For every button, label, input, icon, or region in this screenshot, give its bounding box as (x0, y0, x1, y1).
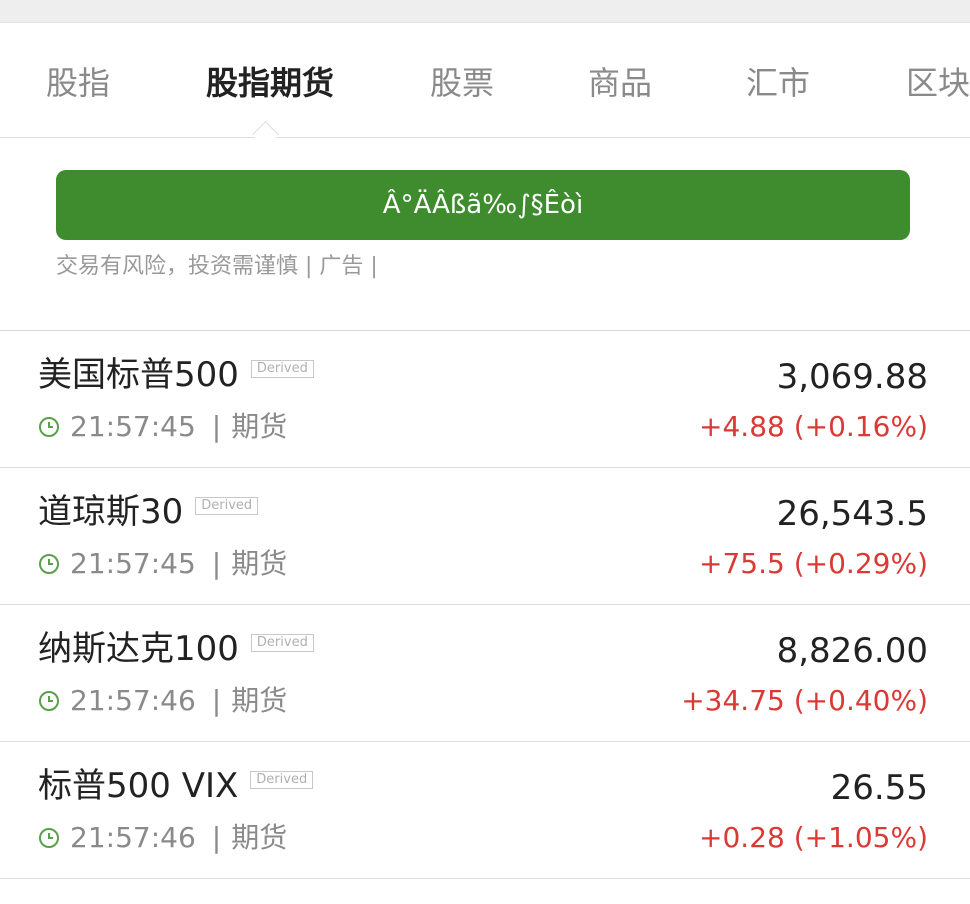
quote-name: 纳斯达克100 Derived (38, 627, 314, 671)
quote-row-sp500-vix[interactable]: 标普500 VIX Derived 21:57:46 | 期货 26.55 +0… (0, 742, 970, 879)
quote-price: 8,826.00 (776, 631, 928, 671)
quote-type: 期货 (231, 821, 288, 854)
quote-row-dow30[interactable]: 道琼斯30 Derived 21:57:45 | 期货 26,543.5 +75… (0, 468, 970, 605)
quote-name: 道琼斯30 Derived (38, 490, 259, 534)
category-tab-bar: 股指 股指期货 股票 商品 汇市 区块 (0, 23, 970, 138)
top-strip (0, 0, 970, 23)
quote-name-text: 美国标普500 (38, 355, 239, 395)
quote-meta: 21:57:45 | 期货 (38, 544, 287, 584)
quote-meta: 21:57:46 | 期货 (38, 818, 287, 858)
quote-meta: 21:57:46 | 期货 (38, 681, 287, 721)
ad-trade-button[interactable]: Â°ÄÂßã‰∫§Êòì (56, 170, 910, 240)
clock-icon (39, 828, 59, 848)
ad-disclaimer: 交易有风险，投资需谨慎 | 广告 | (56, 254, 378, 279)
quote-time: 21:57:45 (70, 547, 196, 580)
ad-section: Â°ÄÂßã‰∫§Êòì 交易有风险，投资需谨慎 | 广告 | (0, 138, 970, 330)
tab-index-futures[interactable]: 股指期货 (206, 63, 334, 103)
quote-change: +4.88 (+0.16%) (699, 410, 928, 443)
clock-icon (39, 417, 59, 437)
quote-time: 21:57:45 (70, 410, 196, 443)
quote-type: 期货 (231, 410, 288, 443)
quote-meta: 21:57:45 | 期货 (38, 407, 287, 447)
quote-time: 21:57:46 (70, 684, 196, 717)
tab-stocks[interactable]: 股票 (430, 63, 494, 103)
tab-forex[interactable]: 汇市 (746, 63, 810, 103)
quote-price: 3,069.88 (776, 357, 928, 397)
tab-blockchain[interactable]: 区块 (906, 63, 970, 103)
quote-type: 期货 (231, 547, 288, 580)
quote-change: +0.28 (+1.05%) (699, 821, 928, 854)
separator: | (211, 547, 222, 580)
clock-icon (39, 554, 59, 574)
quote-name-text: 标普500 VIX (38, 766, 239, 806)
quote-time: 21:57:46 (70, 821, 196, 854)
clock-icon (39, 691, 59, 711)
quote-name-text: 纳斯达克100 (38, 629, 239, 669)
derived-badge: Derived (250, 360, 314, 378)
derived-badge: Derived (250, 634, 314, 652)
derived-badge: Derived (250, 771, 314, 789)
tab-commodities[interactable]: 商品 (588, 63, 652, 103)
quote-price: 26,543.5 (776, 494, 928, 534)
separator: | (211, 821, 222, 854)
separator: | (211, 410, 222, 443)
quote-row-sp500[interactable]: 美国标普500 Derived 21:57:45 | 期货 3,069.88 +… (0, 331, 970, 468)
derived-badge: Derived (195, 497, 259, 515)
quote-name-text: 道琼斯30 (38, 492, 184, 532)
quote-name: 美国标普500 Derived (38, 353, 314, 397)
quote-change: +75.5 (+0.29%) (699, 547, 928, 580)
quote-name: 标普500 VIX Derived (38, 764, 314, 808)
separator: | (211, 684, 222, 717)
quote-row-nasdaq100[interactable]: 纳斯达克100 Derived 21:57:46 | 期货 8,826.00 +… (0, 605, 970, 742)
quote-change: +34.75 (+0.40%) (681, 684, 928, 717)
quote-type: 期货 (231, 684, 288, 717)
tab-stock-index[interactable]: 股指 (46, 63, 110, 103)
quote-price: 26.55 (830, 768, 928, 808)
